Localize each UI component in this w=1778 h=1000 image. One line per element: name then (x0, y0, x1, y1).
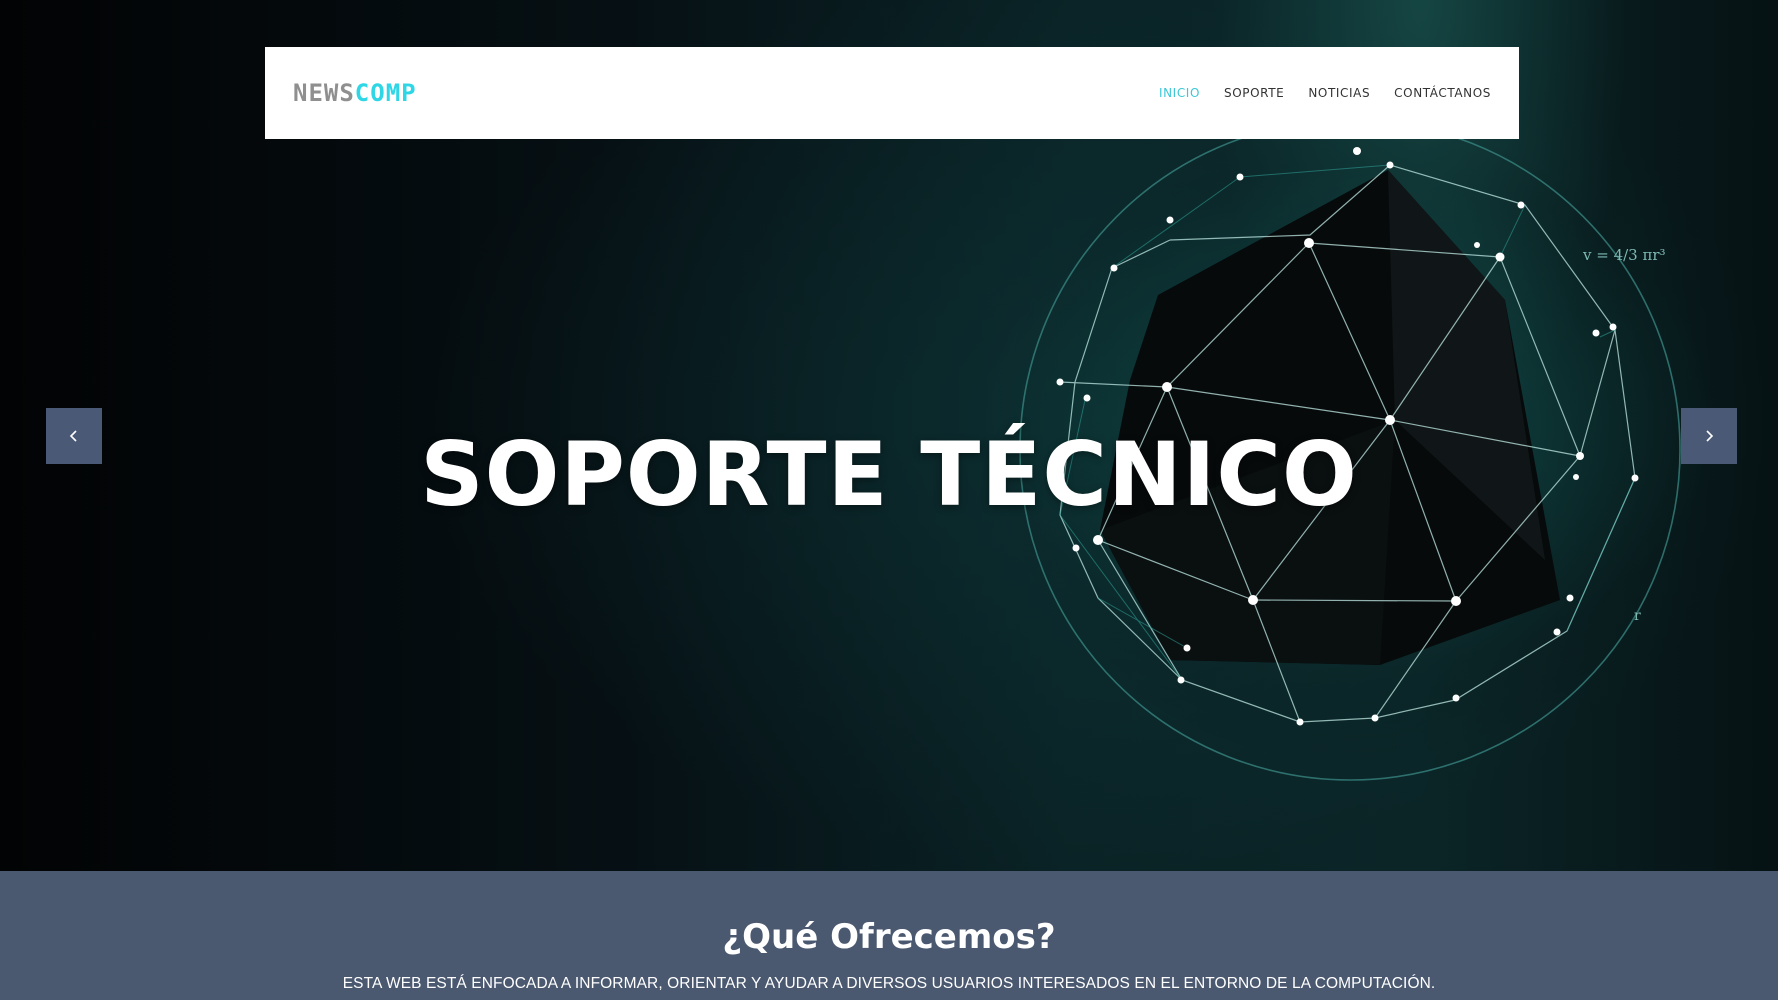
hero-headline: SOPORTE TÉCNICO (420, 423, 1358, 526)
logo-text-news: NEWS (293, 79, 355, 107)
hero-slider: v = 4/3 πr³ r NEWS COMP INICIO SOPORTE NO… (0, 0, 1778, 871)
offer-description: ESTA WEB ESTÁ ENFOCADA A INFORMAR, ORIEN… (342, 975, 1436, 992)
logo-text-comp: COMP (354, 79, 417, 107)
nav-item-inicio[interactable]: INICIO (1159, 86, 1200, 100)
page: v = 4/3 πr³ r NEWS COMP INICIO SOPORTE NO… (0, 0, 1778, 1000)
nav-item-soporte[interactable]: SOPORTE (1224, 86, 1284, 100)
nav-item-contactanos[interactable]: CONTÁCTANOS (1394, 86, 1491, 100)
site-logo[interactable]: NEWS COMP (293, 79, 417, 107)
top-navbar: NEWS COMP INICIO SOPORTE NOTICIAS CONTÁCT… (265, 47, 1519, 139)
nav-item-noticias[interactable]: NOTICIAS (1308, 86, 1370, 100)
formula-label: v = 4/3 πr³ (1582, 246, 1666, 264)
radius-label: r (1634, 608, 1641, 624)
offer-section: ¿Qué Ofrecemos? ESTA WEB ESTÁ ENFOCADA A… (0, 871, 1778, 1000)
main-nav: INICIO SOPORTE NOTICIAS CONTÁCTANOS (1159, 86, 1491, 100)
offer-title: ¿Qué Ofrecemos? (722, 917, 1056, 957)
